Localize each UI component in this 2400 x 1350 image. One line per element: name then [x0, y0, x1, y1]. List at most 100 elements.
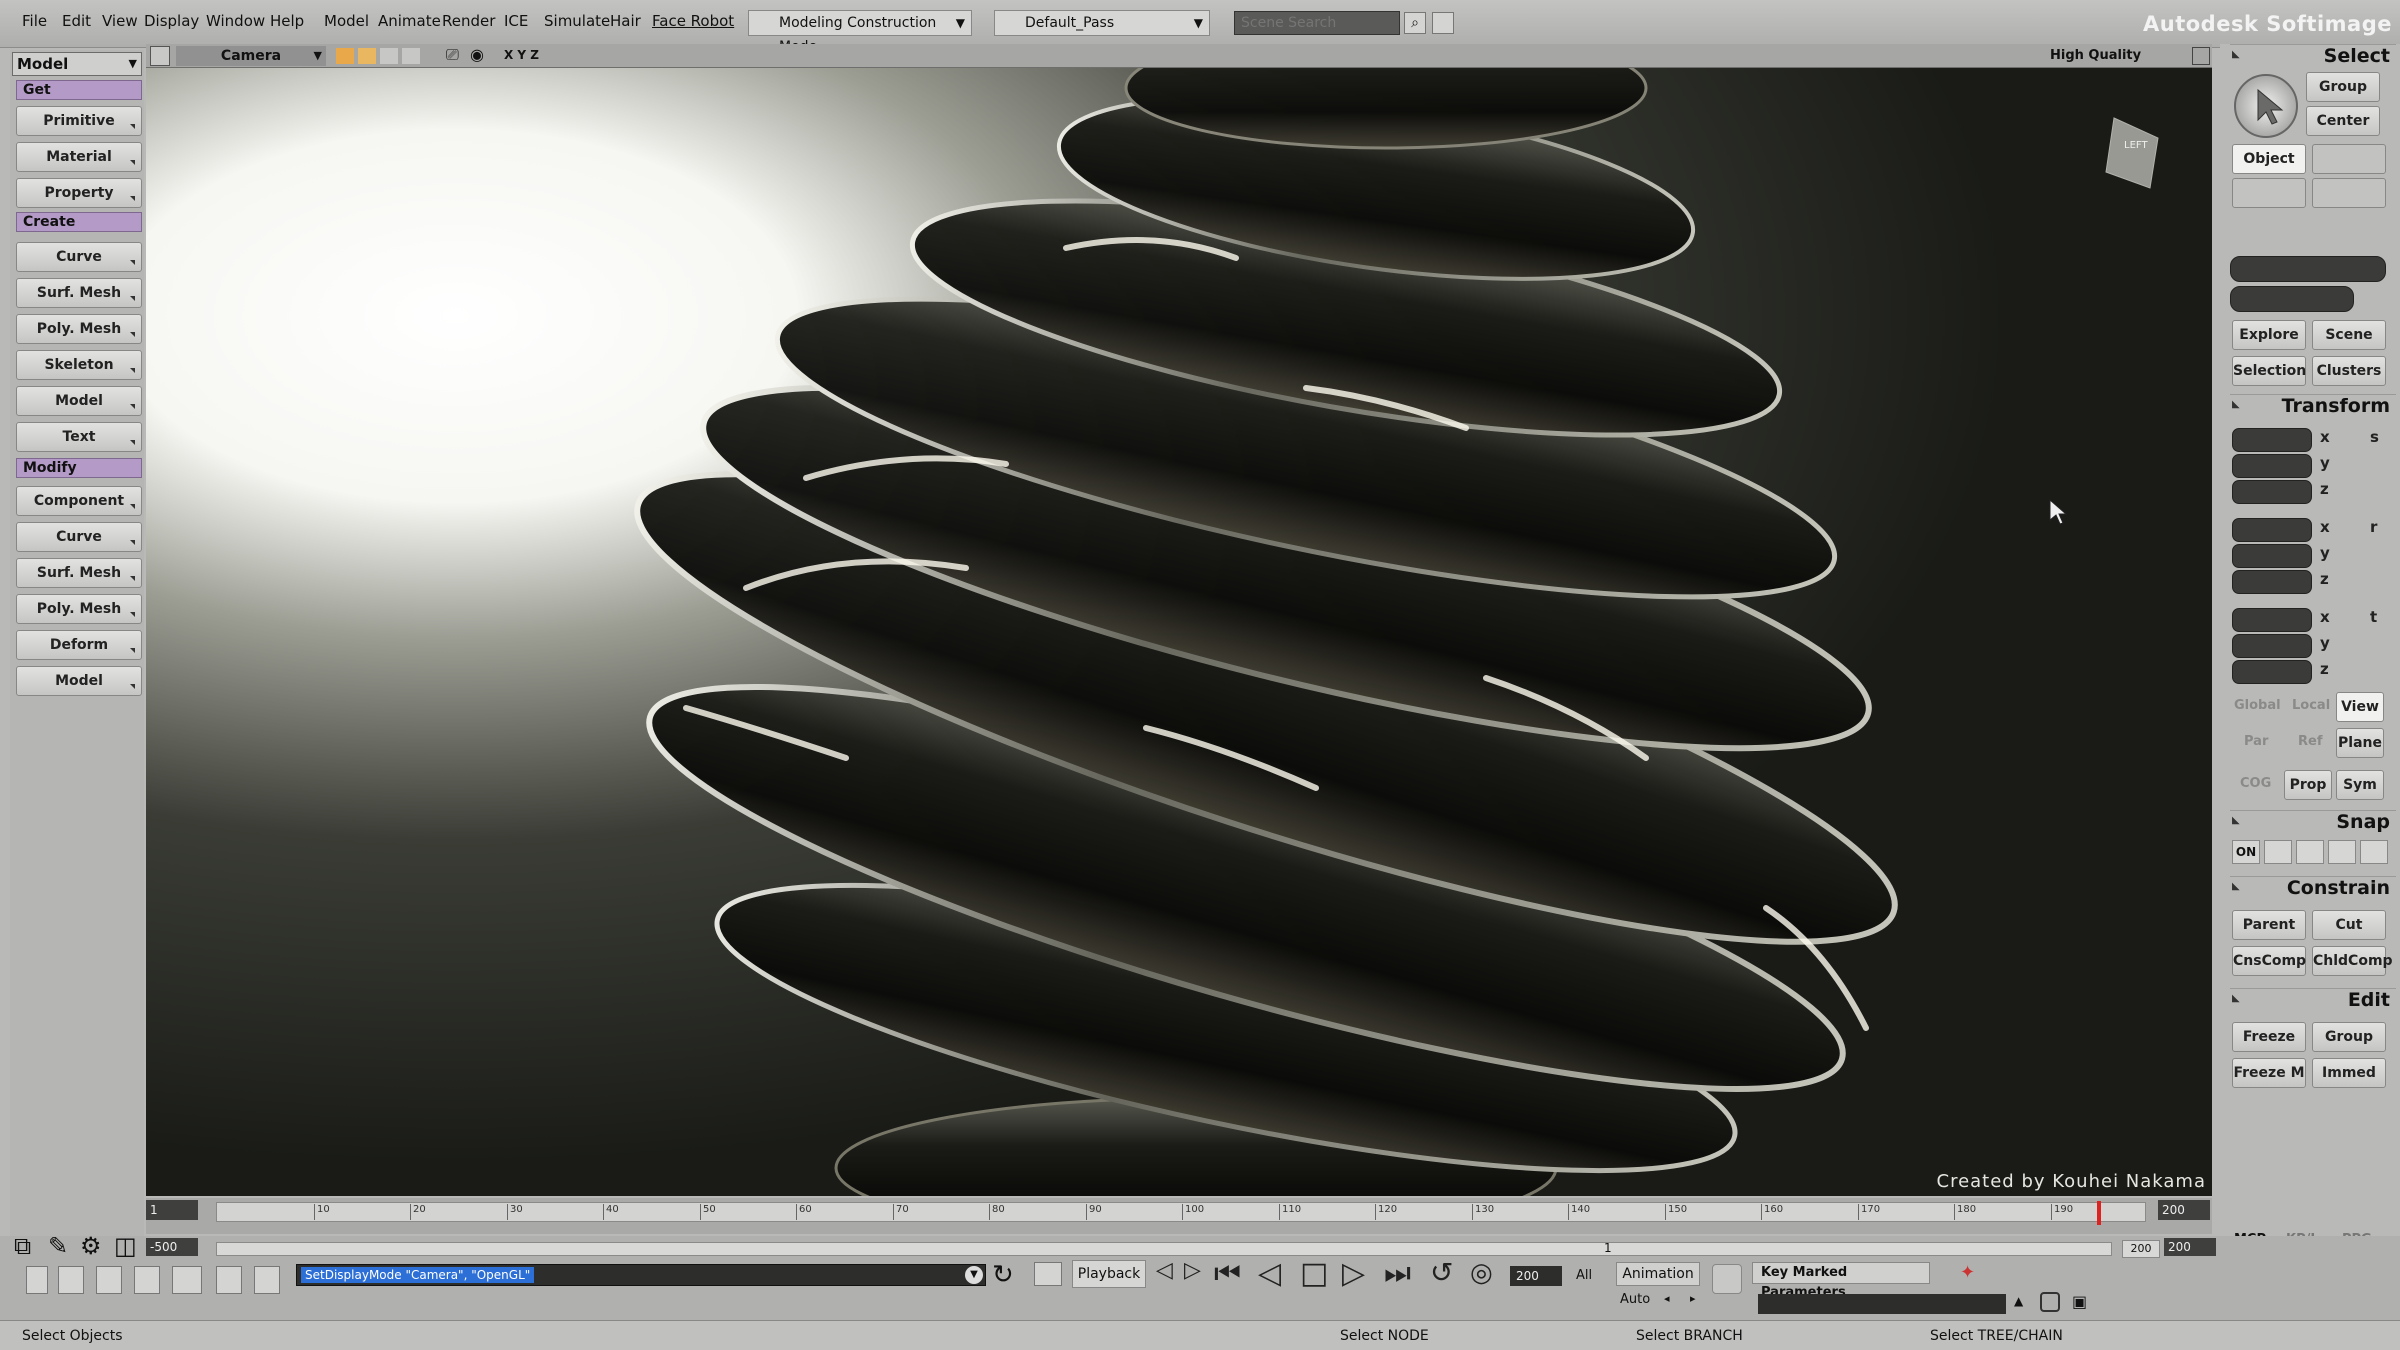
quality-label[interactable]: High Quality — [2050, 48, 2141, 63]
menu-face-robot[interactable]: Face Robot — [652, 12, 734, 30]
menu-window[interactable]: Window — [206, 12, 265, 30]
scene-search-input[interactable] — [1234, 11, 1400, 35]
go-to-start-icon[interactable]: ⏮ — [1214, 1256, 1241, 1291]
freeze-button[interactable]: Freeze — [2232, 1022, 2306, 1052]
modify-poly-mesh-button[interactable]: Poly. Mesh — [16, 594, 142, 624]
immed-button[interactable]: Immed — [2312, 1058, 2386, 1088]
cnscomp-button[interactable]: CnsComp — [2232, 946, 2306, 976]
global-toggle[interactable]: Global — [2234, 698, 2281, 713]
layout-3-icon[interactable] — [96, 1266, 122, 1294]
create-surf-mesh-button[interactable]: Surf. Mesh — [16, 278, 142, 308]
select-blank-3[interactable] — [2312, 178, 2386, 208]
key-marked-field[interactable] — [1758, 1294, 2006, 1314]
selection-button[interactable]: Selection — [2232, 356, 2306, 386]
layout-4-icon[interactable] — [134, 1266, 160, 1294]
sym-button[interactable]: Sym — [2336, 770, 2384, 800]
menu-display[interactable]: Display — [144, 12, 199, 30]
module-selector[interactable]: Model ▼ — [12, 52, 142, 76]
freeze-m-button[interactable]: Freeze M — [2232, 1058, 2306, 1088]
go-to-end-icon[interactable]: ⏭ — [1384, 1256, 1411, 1291]
auto-key-toggle[interactable]: Auto — [1620, 1292, 1650, 1307]
menu-hair[interactable]: Hair — [610, 12, 641, 30]
material-button[interactable]: Material — [16, 142, 142, 172]
par-toggle[interactable]: Par — [2244, 734, 2268, 749]
select-object-button[interactable]: Object — [2232, 144, 2306, 174]
prev-key-icon[interactable]: ◁ — [1156, 1258, 1173, 1283]
timeline-start-field[interactable]: 1 — [146, 1200, 198, 1220]
record-icon[interactable] — [2040, 1292, 2060, 1312]
script-command-line[interactable]: SetDisplayMode "Camera", "OpenGL" ▼ — [296, 1264, 986, 1286]
key-icon[interactable] — [1712, 1264, 1742, 1294]
wireframe-icon[interactable] — [380, 48, 398, 64]
modify-component-button[interactable]: Component — [16, 486, 142, 516]
timeline[interactable]: 1 10 20 30 40 50 60 70 80 90 100 110 120 130 140 150 16… — [146, 1198, 2212, 1258]
playhead[interactable] — [2097, 1201, 2101, 1225]
3d-viewport[interactable]: LEFT Created by Kouhei Nakama — [146, 68, 2212, 1196]
menu-simulate[interactable]: Simulate — [544, 12, 610, 30]
pass-combo[interactable]: Default_Pass ▼ — [994, 10, 1210, 36]
select-header[interactable]: Select — [2230, 44, 2396, 70]
plane-toggle[interactable]: Plane — [2336, 728, 2384, 758]
loop-icon[interactable]: ↺ — [1430, 1256, 1453, 1289]
modify-deform-button[interactable]: Deform — [16, 630, 142, 660]
option-icon[interactable] — [402, 48, 420, 64]
menu-help[interactable]: Help — [270, 12, 304, 30]
range-start-field[interactable]: -500 — [146, 1238, 198, 1256]
chevron-up-icon[interactable]: ▲ — [2014, 1294, 2023, 1308]
split-view-icon[interactable]: ◫ — [114, 1232, 137, 1260]
audio-icon[interactable]: ◎ — [1470, 1258, 1493, 1288]
view-toggle[interactable]: View — [2336, 692, 2384, 722]
viewport-menu-icon[interactable] — [150, 46, 170, 66]
layout-1-icon[interactable] — [26, 1266, 48, 1294]
modify-curve-button[interactable]: Curve — [16, 522, 142, 552]
next-key-icon[interactable]: ▷ — [1184, 1258, 1201, 1283]
constrain-header[interactable]: Constrain — [2230, 876, 2396, 902]
cut-button[interactable]: Cut — [2312, 910, 2386, 940]
select-blank-button[interactable] — [2312, 144, 2386, 174]
range-end-field[interactable]: 200 — [2164, 1238, 2216, 1256]
menu-view[interactable]: View — [102, 12, 138, 30]
shading-icon[interactable] — [358, 48, 376, 64]
parent-button[interactable]: Parent — [2232, 910, 2306, 940]
create-curve-button[interactable]: Curve — [16, 242, 142, 272]
create-text-button[interactable]: Text — [16, 422, 142, 452]
cog-toggle[interactable]: COG — [2240, 776, 2271, 791]
local-toggle[interactable]: Local — [2292, 698, 2330, 713]
playback-menu[interactable]: Playback — [1072, 1260, 1146, 1288]
select-center-button[interactable]: Center — [2306, 106, 2380, 136]
snap-surface-icon[interactable] — [2328, 840, 2356, 864]
menu-edit[interactable]: Edit — [62, 12, 91, 30]
modify-surf-mesh-button[interactable]: Surf. Mesh — [16, 558, 142, 588]
property-button[interactable]: Property — [16, 178, 142, 208]
create-poly-mesh-button[interactable]: Poly. Mesh — [16, 314, 142, 344]
mode-combo[interactable]: Modeling Construction Mode ▼ — [748, 10, 972, 55]
rotate-y-field[interactable] — [2232, 544, 2312, 568]
prop-button[interactable]: Prop — [2284, 770, 2332, 800]
layout-6-icon[interactable] — [254, 1266, 280, 1294]
modify-model-button[interactable]: Model — [16, 666, 142, 696]
layout-2-icon[interactable] — [58, 1266, 84, 1294]
snap-point-icon[interactable] — [2264, 840, 2292, 864]
translate-icon[interactable]: t — [2370, 608, 2377, 626]
rotate-z-field[interactable] — [2232, 570, 2312, 594]
lock-view-icon[interactable] — [1034, 1262, 1062, 1286]
section-get[interactable]: Get — [16, 80, 142, 100]
clusters-button[interactable]: Clusters — [2312, 356, 2386, 386]
gear-icon[interactable]: ⚙ — [80, 1232, 102, 1260]
brush-icon[interactable]: ✎ — [48, 1232, 68, 1260]
section-create[interactable]: Create — [16, 212, 142, 232]
refresh-icon[interactable]: ↻ — [992, 1260, 1014, 1290]
rotate-icon[interactable]: r — [2370, 518, 2377, 536]
maximize-icon[interactable] — [2192, 47, 2210, 65]
key-pin-icon[interactable]: ✦ — [1960, 1262, 1975, 1283]
layout-quad-icon[interactable] — [172, 1266, 202, 1294]
next-icon[interactable]: ▸ — [1690, 1292, 1696, 1305]
range-end-label[interactable]: 200 — [2122, 1240, 2160, 1258]
chevron-down-icon[interactable]: ▼ — [965, 1266, 983, 1284]
prev-icon[interactable]: ◂ — [1664, 1292, 1670, 1305]
menu-render[interactable]: Render — [442, 12, 495, 30]
create-skeleton-button[interactable]: Skeleton — [16, 350, 142, 380]
scale-z-field[interactable] — [2232, 480, 2312, 504]
translate-y-field[interactable] — [2232, 634, 2312, 658]
layout-5-icon[interactable] — [216, 1266, 242, 1294]
